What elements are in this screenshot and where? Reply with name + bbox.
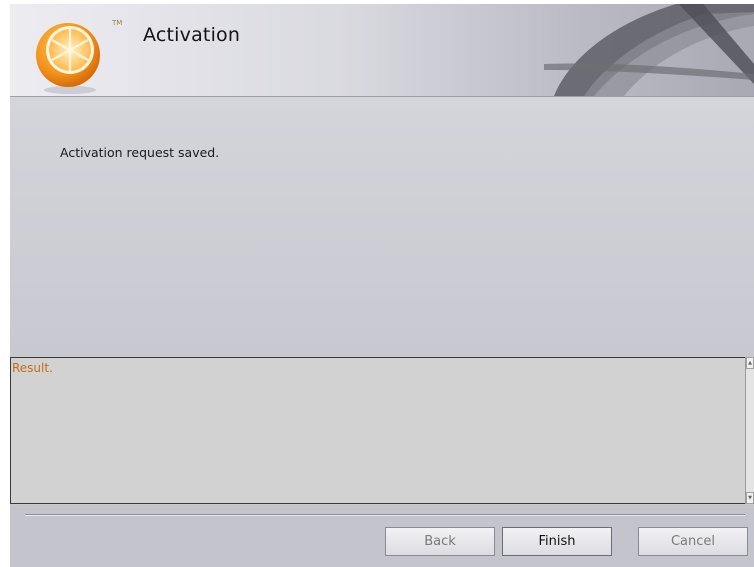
wizard-header: TM Activation: [10, 4, 754, 97]
finish-button[interactable]: Finish: [502, 527, 612, 556]
trademark-mark: TM: [112, 19, 123, 27]
result-scrollbar[interactable]: ▲ ▼: [745, 357, 754, 504]
wizard-footer: Back Finish Cancel: [10, 505, 754, 567]
orange-slice-logo-icon: [36, 23, 100, 94]
result-textarea[interactable]: Result.: [10, 357, 745, 504]
status-message: Activation request saved.: [60, 145, 220, 160]
scroll-up-arrow-icon[interactable]: ▲: [746, 357, 754, 369]
decorative-swoosh-icon: [544, 4, 754, 96]
footer-divider: [25, 514, 745, 516]
activation-wizard-window: TM Activation Activation request saved. …: [10, 4, 754, 567]
wizard-content: Activation request saved.: [10, 97, 754, 357]
scroll-down-arrow-icon[interactable]: ▼: [746, 492, 754, 504]
page-title: Activation: [143, 24, 241, 46]
result-text: Result.: [12, 361, 53, 375]
back-button[interactable]: Back: [385, 527, 495, 556]
cancel-button[interactable]: Cancel: [638, 527, 748, 556]
